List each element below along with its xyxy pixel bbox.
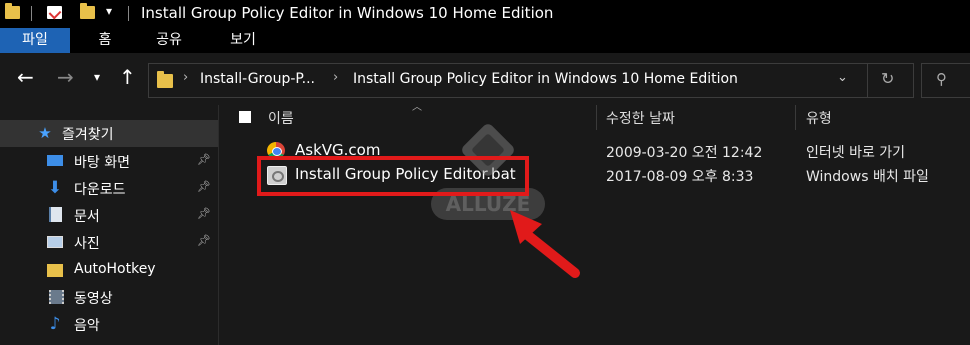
- recent-locations-chevron-icon[interactable]: ▾: [94, 65, 100, 89]
- title-bar: ▾ Install Group Policy Editor in Windows…: [0, 0, 970, 28]
- sidebar-item-label: 문서: [74, 209, 100, 225]
- sidebar-item-desktop[interactable]: 바탕 화면 📌︎: [0, 148, 218, 175]
- pointer-arrow: [510, 210, 580, 278]
- navigation-pane: ★ 즐겨찾기 바탕 화면 📌︎ ⬇ 다운로드 📌︎ 문서 📌︎ 사진 📌︎ Au…: [0, 105, 219, 345]
- breadcrumb-current[interactable]: Install Group Policy Editor in Windows 1…: [353, 71, 738, 87]
- toolbar-separator: [31, 6, 32, 21]
- sidebar-item-label: 동영상: [74, 291, 113, 307]
- column-divider[interactable]: [596, 105, 597, 130]
- sidebar-item-videos[interactable]: 동영상: [0, 284, 218, 311]
- pin-icon: 📌︎: [197, 207, 211, 220]
- file-type: 인터넷 바로 가기: [806, 145, 906, 161]
- pin-icon: 📌︎: [197, 180, 211, 193]
- tab-home[interactable]: 홈: [88, 28, 122, 53]
- sidebar-item-downloads[interactable]: ⬇ 다운로드 📌︎: [0, 175, 218, 202]
- pin-icon: 📌︎: [197, 234, 211, 247]
- sidebar-item-label: 다운로드: [74, 182, 126, 198]
- file-list: ︿ 이름 수정한 날짜 유형 AskVG.com 2009-03-20 오전 1…: [219, 102, 970, 345]
- folder-icon: [46, 262, 64, 278]
- customize-quick-access-icon[interactable]: ▾: [106, 4, 112, 18]
- desktop-icon: [46, 153, 64, 169]
- folder-icon: [157, 71, 173, 88]
- up-arrow-icon[interactable]: ↑: [119, 65, 136, 89]
- divider: [867, 64, 868, 97]
- file-type: Windows 배치 파일: [806, 169, 929, 185]
- sidebar-item-pictures[interactable]: 사진 📌︎: [0, 229, 218, 256]
- sidebar-item-documents[interactable]: 문서 📌︎: [0, 202, 218, 229]
- ribbon-tabs: 파일 홈 공유 보기: [0, 28, 970, 53]
- sidebar-item-label: 음악: [74, 318, 100, 334]
- forward-arrow-icon[interactable]: →: [57, 65, 74, 89]
- refresh-icon[interactable]: ↻: [881, 69, 894, 88]
- back-arrow-icon[interactable]: ←: [17, 65, 34, 89]
- videos-icon: [46, 289, 64, 305]
- folder-icon: [5, 3, 20, 19]
- star-icon: ★: [38, 124, 52, 142]
- column-header-name[interactable]: 이름: [268, 108, 294, 128]
- sidebar-item-quick-access[interactable]: ★ 즐겨찾기: [0, 120, 218, 147]
- search-icon: ⚲: [936, 70, 947, 88]
- column-header-modified[interactable]: 수정한 날짜: [606, 108, 675, 128]
- pictures-icon: [46, 234, 64, 250]
- toolbar-separator: [128, 6, 129, 21]
- sidebar-item-autohotkey[interactable]: AutoHotkey: [0, 257, 218, 284]
- window-title: Install Group Policy Editor in Windows 1…: [141, 4, 554, 22]
- address-dropdown-icon[interactable]: ⌄: [837, 70, 848, 85]
- navigation-bar: ← → ▾ ↑ › Install-Group-P... › Install G…: [0, 53, 970, 105]
- sidebar-item-label: 즐겨찾기: [62, 127, 114, 143]
- column-divider[interactable]: [795, 105, 796, 130]
- column-header-type[interactable]: 유형: [806, 108, 832, 128]
- documents-icon: [46, 207, 64, 223]
- new-folder-icon[interactable]: [80, 3, 95, 19]
- tab-view[interactable]: 보기: [220, 28, 266, 53]
- sidebar-item-label: AutoHotkey: [74, 261, 156, 277]
- breadcrumb-parent[interactable]: Install-Group-P...: [200, 71, 315, 87]
- address-bar[interactable]: › Install-Group-P... › Install Group Pol…: [148, 63, 914, 98]
- search-input[interactable]: ⚲: [921, 63, 970, 98]
- properties-icon[interactable]: [47, 6, 62, 20]
- sort-ascending-icon: ︿: [412, 102, 422, 113]
- file-modified: 2017-08-09 오후 8:33: [606, 169, 754, 185]
- tab-share[interactable]: 공유: [146, 28, 192, 53]
- sidebar-item-music[interactable]: ♪ 음악: [0, 311, 218, 338]
- breadcrumb-chevron-icon[interactable]: ›: [333, 70, 338, 85]
- sidebar-item-label: 사진: [74, 236, 100, 252]
- file-modified: 2009-03-20 오전 12:42: [606, 145, 763, 161]
- pin-icon: 📌︎: [197, 153, 211, 166]
- select-all-checkbox[interactable]: [239, 111, 251, 123]
- sidebar-item-label: 바탕 화면: [74, 155, 130, 171]
- music-icon: ♪: [49, 314, 61, 334]
- tab-file[interactable]: 파일: [0, 28, 70, 53]
- download-icon: ⬇: [47, 178, 63, 198]
- breadcrumb-chevron-icon[interactable]: ›: [183, 70, 188, 85]
